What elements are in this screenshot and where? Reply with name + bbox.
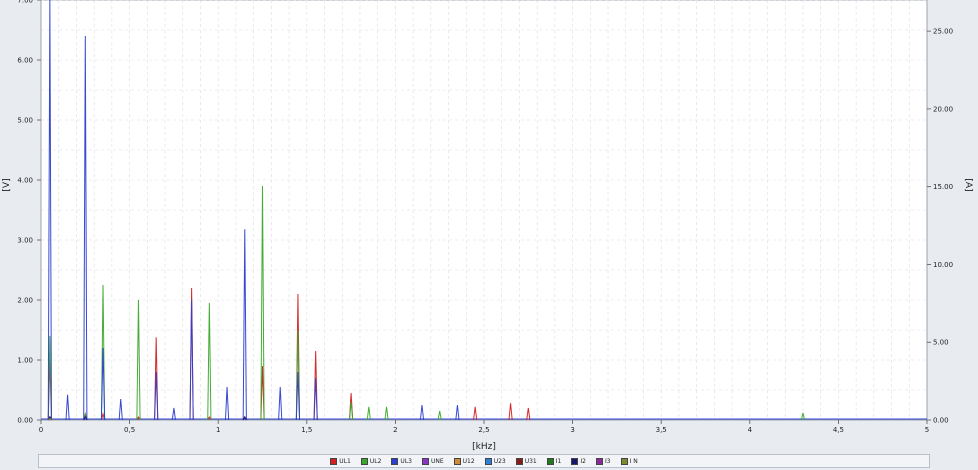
- legend-label: UL3: [400, 457, 412, 465]
- y2-tick-label: 10.00: [933, 261, 953, 269]
- legend-item-u31[interactable]: U31: [515, 457, 537, 465]
- x-tick-label: 3: [570, 426, 574, 434]
- y-tick-label: 4.00: [17, 177, 33, 185]
- y-tick-label: 2.00: [17, 297, 33, 305]
- x-tick-label: 1,5: [301, 426, 312, 434]
- legend-item-ul2[interactable]: UL2: [360, 457, 382, 465]
- x-tick-label: 0,5: [124, 426, 135, 434]
- legend-label: I2: [580, 457, 586, 465]
- legend-label: UL2: [369, 457, 382, 465]
- legend-label: U23: [493, 457, 506, 465]
- legend-swatch: [484, 457, 492, 465]
- legend-swatch: [546, 457, 554, 465]
- y-tick-label: 1.00: [17, 357, 33, 365]
- y-tick-label: 7.00: [17, 0, 33, 5]
- legend-swatch: [595, 457, 603, 465]
- x-tick-label: 3,5: [656, 426, 667, 434]
- legend-item-u12[interactable]: U12: [453, 457, 475, 465]
- legend-item-i-n[interactable]: I N: [620, 457, 638, 465]
- legend: UL1 UL2 UL3 UNE U12 U23 U31 I1 I2 I3 I N: [38, 454, 930, 468]
- legend-label: I1: [555, 457, 562, 465]
- x-tick-label: 2,5: [478, 426, 489, 434]
- legend-swatch: [571, 457, 579, 465]
- legend-item-une[interactable]: UNE: [421, 457, 444, 465]
- legend-swatch: [515, 457, 523, 465]
- y2-tick-label: 0.00: [933, 417, 949, 425]
- x-tick-label: 1: [216, 426, 220, 434]
- y-tick-label: 3.00: [17, 237, 33, 245]
- x-axis-label: [kHz]: [472, 442, 496, 452]
- y-tick-label: 5.00: [17, 117, 33, 125]
- legend-item-i3[interactable]: I3: [595, 457, 611, 465]
- legend-swatch: [360, 457, 368, 465]
- y2-tick-label: 15.00: [933, 183, 953, 191]
- legend-item-ul1[interactable]: UL1: [330, 457, 351, 465]
- legend-swatch: [421, 457, 429, 465]
- legend-item-i1[interactable]: I1: [546, 457, 562, 465]
- x-tick-label: 2: [393, 426, 397, 434]
- y2-tick-label: 5.00: [933, 339, 949, 347]
- legend-item-u23[interactable]: U23: [484, 457, 506, 465]
- y-axis-label: [V]: [2, 178, 12, 191]
- x-tick-label: 4: [748, 426, 753, 434]
- y-tick-label: 6.00: [17, 57, 33, 65]
- x-tick-label: 0: [39, 426, 43, 434]
- y2-axis-label: [A]: [963, 178, 973, 191]
- x-tick-label: 5: [925, 426, 929, 434]
- legend-item-i2[interactable]: I2: [571, 457, 586, 465]
- legend-swatch: [330, 457, 338, 465]
- harmonic-spectrum-chart: 0 0,5 1 1,5 2 2,5 3 3,5 4 4,5 5 0.00 1.00 2.00 3.00 4.0…: [2, 0, 973, 452]
- legend-swatch: [620, 457, 628, 465]
- legend-label: U12: [462, 457, 475, 465]
- legend-label: I3: [604, 457, 611, 465]
- y2-tick-label: 25.00: [933, 28, 953, 36]
- legend-swatch: [453, 457, 461, 465]
- spectrum-chart-window: 0 0,5 1 1,5 2 2,5 3 3,5 4 4,5 5 0.00 1.00 2.00 3.00 4.0…: [0, 0, 978, 470]
- legend-item-ul3[interactable]: UL3: [391, 457, 412, 465]
- legend-label: I N: [629, 457, 638, 465]
- legend-label: UNE: [430, 457, 444, 465]
- legend-swatch: [391, 457, 399, 465]
- legend-label: U31: [524, 457, 537, 465]
- x-tick-label: 4,5: [833, 426, 844, 434]
- legend-label: UL1: [339, 457, 351, 465]
- y-tick-label: 0.00: [17, 417, 33, 425]
- y2-tick-label: 20.00: [933, 105, 953, 113]
